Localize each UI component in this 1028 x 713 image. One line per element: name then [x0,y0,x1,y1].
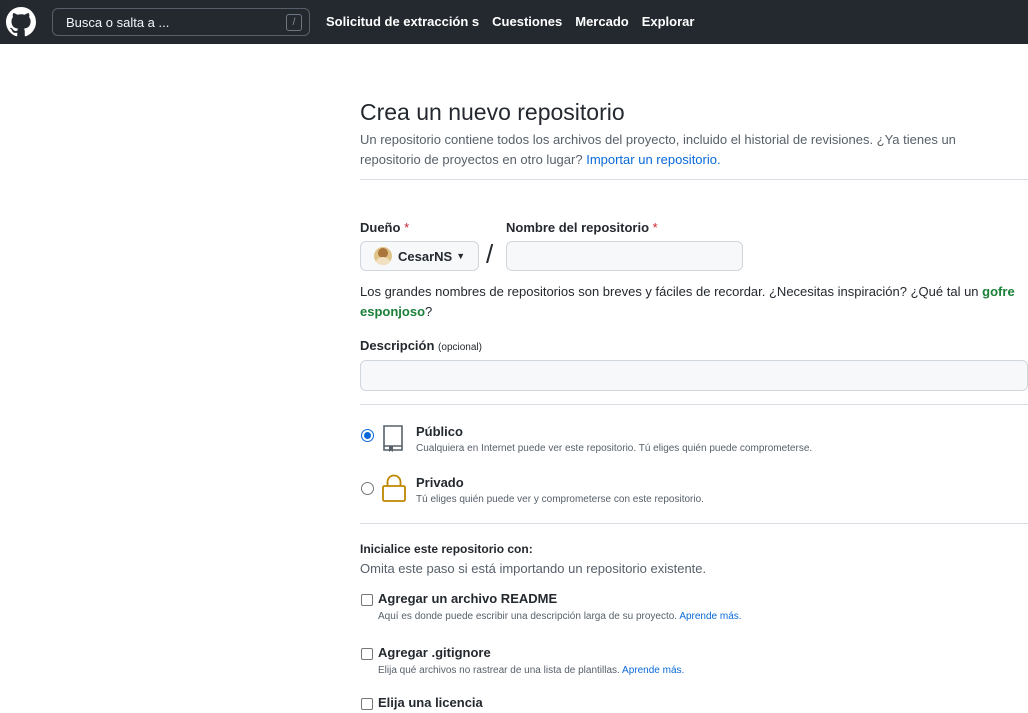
license-checkbox[interactable] [361,698,373,710]
page-subtitle: Un repositorio contiene todos los archiv… [360,130,985,170]
required-mark: * [404,220,410,235]
lock-icon [382,474,406,502]
nav-marketplace[interactable]: Mercado [575,14,628,29]
nav-pull-requests[interactable]: Solicitud de extracción s [326,14,479,29]
new-repo-form: Crea un nuevo repositorio Un repositorio… [360,98,1028,710]
readme-title: Agregar un archivo README [378,591,558,606]
search-input[interactable]: Busca o salta a ... / [52,8,310,36]
avatar [374,247,392,265]
private-title: Privado [416,475,464,490]
license-title: Elija una licencia [378,695,483,710]
divider [360,179,1028,180]
optional-note: (opcional) [438,342,482,353]
repo-name-label: Nombre del repositorio * [506,220,658,235]
gitignore-description: Elija qué archivos no rastrear de una li… [378,665,685,676]
slash-shortcut-key: / [286,14,302,31]
owner-name: CesarNS [398,248,453,264]
github-logo-icon[interactable] [6,7,36,37]
divider [360,523,1028,524]
private-description: Tú eliges quién puede ver y comprometers… [416,494,704,505]
private-radio[interactable] [361,482,374,495]
public-radio[interactable] [361,429,374,442]
page-title: Crea un nuevo repositorio [360,99,625,125]
init-section-title: Inicialice este repositorio con: [360,542,533,556]
readme-learn-more-link[interactable]: Aprende más. [679,611,741,622]
top-navigation-bar: Busca o salta a ... / Solicitud de extra… [0,0,1028,44]
search-placeholder: Busca o salta a ... [66,15,170,30]
public-description: Cualquiera en Internet puede ver este re… [416,443,813,454]
import-repository-link[interactable]: Importar un repositorio. [586,152,720,167]
init-section-subtitle: Omita este paso si está importando un re… [360,561,707,576]
nav-issues[interactable]: Cuestiones [492,14,562,29]
readme-description: Aquí es donde puede escribir una descrip… [378,611,742,622]
caret-down-icon: ▼ [456,251,466,261]
gitignore-learn-more-link[interactable]: Aprende más. [622,665,684,676]
owner-repo-separator: / [486,239,494,269]
public-title: Público [416,424,463,439]
description-input[interactable] [360,360,1028,391]
owner-label: Dueño * [360,220,410,235]
divider [360,404,1028,405]
required-mark: * [652,220,658,235]
readme-checkbox[interactable] [361,594,373,606]
gitignore-title: Agregar .gitignore [378,645,491,660]
nav-explore[interactable]: Explorar [642,14,695,29]
repo-book-icon [383,425,403,452]
gitignore-checkbox[interactable] [361,648,373,660]
repo-name-input[interactable] [506,241,743,271]
owner-dropdown[interactable]: CesarNS ▼ [360,241,479,271]
name-hint: Los grandes nombres de repositorios son … [360,284,1015,319]
header-nav: Solicitud de extracción s Cuestiones Mer… [326,14,694,29]
description-label: Descripción (opcional) [360,338,482,353]
